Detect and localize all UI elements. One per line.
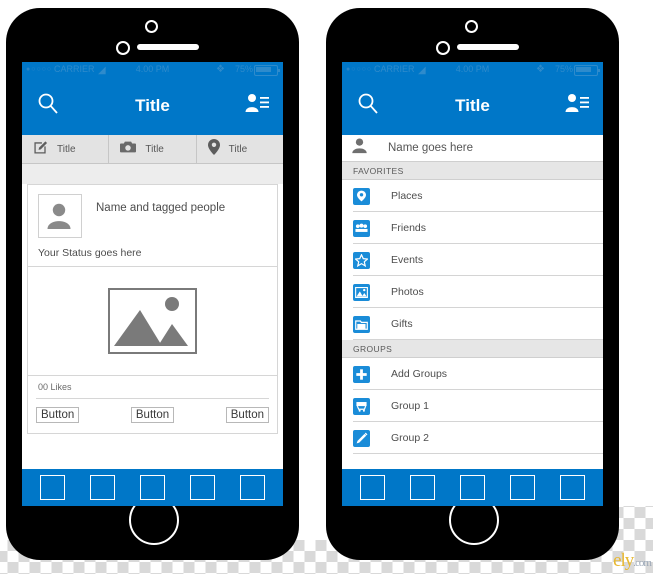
navigation-bar: Title [22, 77, 283, 135]
tab-location-label: Title [228, 143, 248, 155]
star-icon [353, 251, 370, 269]
post-action-button-2[interactable]: Button [130, 407, 175, 423]
post-action-buttons: Button Button Button [28, 399, 277, 433]
friends-icon [353, 219, 370, 237]
front-camera-icon [465, 20, 478, 33]
list-item-label: Group 2 [391, 432, 429, 444]
location-pin-icon [207, 138, 220, 160]
spacer-strip [22, 164, 283, 184]
tab-compose-label: Title [57, 143, 76, 155]
section-header-favorites: FAVORITES [342, 162, 603, 180]
post-author-label: Name and tagged people [96, 202, 226, 214]
bottom-tab-item-3[interactable] [459, 475, 485, 500]
segment-tab-strip: Title Title Title [22, 135, 283, 164]
watermark: ely.com [613, 550, 652, 572]
camera-icon [120, 140, 137, 159]
list-item-label: Photos [391, 286, 424, 298]
bottom-tab-item-2[interactable] [410, 475, 436, 500]
tab-camera-label: Title [145, 143, 164, 155]
phone-device-right: ●○○○○ CARRIER ◢ 4.00 PM ❖ 75% Title Name… [326, 8, 619, 560]
list-item-group-2[interactable]: Group 2 [342, 422, 603, 454]
battery-percent-label: 75% [554, 64, 573, 74]
pencil-icon [353, 429, 370, 447]
bottom-tab-item-5[interactable] [559, 475, 585, 500]
post-action-button-1[interactable]: Button [36, 407, 80, 423]
tab-compose[interactable]: Title [22, 135, 110, 163]
list-item-label: Add Groups [391, 368, 448, 380]
bottom-tab-item-4[interactable] [509, 475, 535, 500]
post-action-button-3[interactable]: Button [225, 407, 269, 423]
cart-icon [353, 397, 370, 415]
contacts-icon[interactable] [565, 93, 589, 118]
post-header: Name and tagged people [28, 185, 277, 238]
section-header-groups: GROUPS [342, 340, 603, 358]
screen-left: ●○○○○ CARRIER ◢ 4.00 PM ❖ 75% Title Titl… [22, 62, 283, 506]
list-item-photos[interactable]: Photos [342, 276, 603, 308]
list-item-add-groups[interactable]: Add Groups [342, 358, 603, 390]
contacts-icon[interactable] [245, 93, 269, 118]
bottom-tab-item-4[interactable] [189, 475, 215, 500]
bottom-tab-item-2[interactable] [90, 475, 116, 500]
list-item-label: Friends [391, 222, 427, 234]
front-camera-icon [145, 20, 158, 33]
bottom-tab-item-3[interactable] [139, 475, 165, 500]
bottom-tab-bar-left [22, 469, 283, 506]
earpiece-speaker [457, 44, 519, 50]
list-item-friends[interactable]: Friends [342, 212, 603, 244]
battery-icon [574, 65, 600, 76]
battery-icon [254, 65, 280, 76]
list-item-label: Events [391, 254, 424, 266]
likes-count-label: 00 Likes [38, 382, 72, 392]
status-bar: ●○○○○ CARRIER ◢ 4.00 PM ❖ 75% [342, 62, 603, 77]
list-item-label: Places [391, 190, 423, 202]
person-avatar-icon [351, 137, 368, 159]
avatar [38, 194, 82, 238]
bottom-tab-item-1[interactable] [40, 475, 66, 500]
photo-icon [353, 283, 370, 301]
earpiece-speaker [137, 44, 199, 50]
proximity-sensor-icon [116, 41, 130, 55]
list-item-group-1[interactable]: Group 1 [342, 390, 603, 422]
watermark-suffix: .com [633, 557, 652, 569]
proximity-sensor-icon [436, 41, 450, 55]
page-title: Title [135, 96, 170, 115]
list-item-label: Gifts [391, 318, 413, 330]
list-item-places[interactable]: Places [342, 180, 603, 212]
phone-device-left: ●○○○○ CARRIER ◢ 4.00 PM ❖ 75% Title Titl… [6, 8, 299, 560]
list-item-label: Group 1 [391, 400, 429, 412]
navigation-bar: Title [342, 77, 603, 135]
plus-icon [353, 365, 370, 383]
profile-name-label: Name goes here [388, 142, 474, 154]
post-status-text: Your Status goes here [28, 238, 277, 267]
compose-icon [33, 139, 48, 159]
bottom-tab-item-1[interactable] [360, 475, 386, 500]
folder-icon [353, 315, 370, 333]
battery-percent-label: 75% [234, 64, 253, 74]
post-image-area [28, 267, 277, 376]
tab-location[interactable]: Title [197, 135, 283, 163]
bluetooth-icon: ❖ [536, 64, 545, 75]
profile-row[interactable]: Name goes here [342, 135, 603, 162]
location-pin-icon [353, 187, 370, 205]
tab-camera[interactable]: Title [109, 135, 197, 163]
image-placeholder-icon [108, 288, 197, 354]
post-card: Name and tagged people Your Status goes … [27, 184, 278, 434]
status-bar: ●○○○○ CARRIER ◢ 4.00 PM ❖ 75% [22, 62, 283, 77]
screen-right: ●○○○○ CARRIER ◢ 4.00 PM ❖ 75% Title Name… [342, 62, 603, 506]
list-item-gifts[interactable]: Gifts [342, 308, 603, 340]
bluetooth-icon: ❖ [216, 64, 225, 75]
page-title: Title [455, 96, 490, 115]
watermark-text: ely [613, 550, 634, 571]
bottom-tab-bar-right [342, 469, 603, 506]
bottom-tab-item-5[interactable] [239, 475, 265, 500]
list-item-events[interactable]: Events [342, 244, 603, 276]
